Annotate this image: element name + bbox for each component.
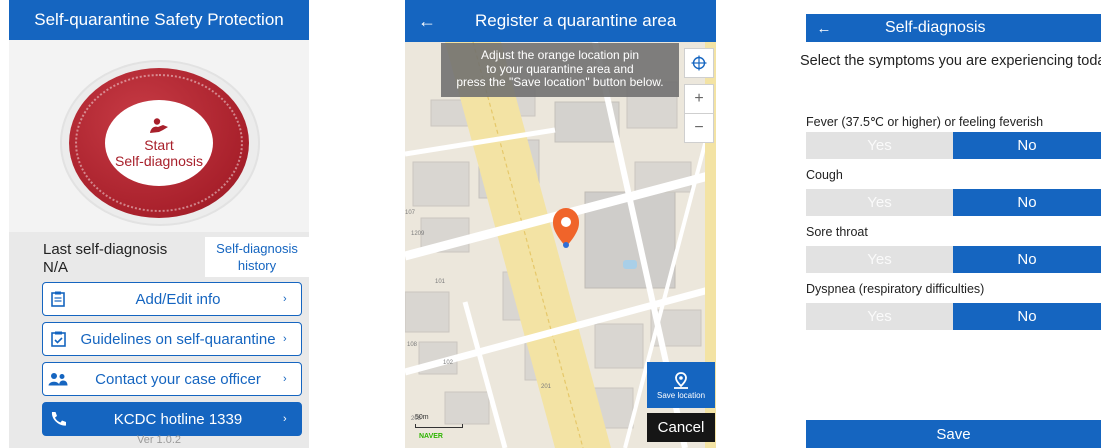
answer-toggle-cough: Yes No — [806, 189, 1101, 216]
map-pin-icon — [674, 371, 688, 389]
clipboard-icon — [43, 291, 73, 307]
cancel-button[interactable]: Cancel — [647, 413, 715, 442]
kcdc-hotline-label: KCDC hotline 1339 — [113, 410, 243, 428]
register-area-screen: ← Register a quarantine area 1209 101 10… — [405, 0, 716, 448]
app-title: Self-quarantine Safety Protection — [34, 10, 284, 29]
zoom-out-label: − — [694, 119, 704, 136]
map-block-number: 101 — [435, 279, 446, 285]
instruction-banner: Adjust the orange location pin to your q… — [441, 43, 679, 97]
zoom-out-button[interactable]: − — [684, 113, 714, 143]
banner-line2: to your quarantine area and — [486, 61, 634, 76]
last-diagnosis-label: Last self-diagnosis — [43, 241, 168, 258]
home-menu-panel: Last self-diagnosis N/A Self-diagnosis h… — [9, 232, 309, 448]
diagnosis-header: ← Self-diagnosis — [806, 14, 1101, 42]
symptom-prompt: Select the symptoms you are experiencing… — [800, 53, 1101, 69]
map-block-number: 108 — [407, 342, 418, 348]
app-version: Ver 1.0.2 — [136, 434, 182, 446]
start-label-line1: Start — [144, 136, 174, 153]
self-diagnosis-history-button[interactable]: Self-diagnosis history — [205, 237, 309, 277]
chevron-right-icon: › — [283, 413, 287, 425]
answer-toggle-dyspnea: Yes No — [806, 303, 1101, 330]
yes-button[interactable]: Yes — [806, 189, 953, 216]
app-header: Self-quarantine Safety Protection — [9, 0, 309, 40]
self-diagnosis-screen: ← Self-diagnosis Select the symptoms you… — [798, 0, 1101, 448]
zoom-in-button[interactable]: + — [684, 84, 714, 114]
map-block-number: 1209 — [411, 231, 425, 237]
cancel-label: Cancel — [657, 419, 705, 436]
diagnosis-title: Self-diagnosis — [885, 19, 986, 36]
phone-icon — [43, 411, 73, 427]
answer-toggle-sore-throat: Yes No — [806, 246, 1101, 273]
map-block-number: 102 — [443, 360, 454, 366]
map-scale-label: 50m — [415, 414, 429, 421]
chevron-right-icon: › — [283, 333, 287, 345]
kcdc-hotline-button[interactable]: KCDC hotline 1339 › — [42, 402, 302, 436]
map-block-number: 107 — [405, 210, 416, 216]
add-edit-info-button[interactable]: Add/Edit info › — [42, 282, 302, 316]
yes-button[interactable]: Yes — [806, 246, 953, 273]
history-label-line1: Self-diagnosis — [216, 241, 298, 256]
checklist-icon — [43, 331, 73, 347]
question-fever: Fever (37.5℃ or higher) or feeling fever… — [806, 115, 1044, 129]
chevron-right-icon: › — [283, 293, 287, 305]
crosshair-icon — [691, 55, 707, 71]
no-button[interactable]: No — [953, 132, 1101, 159]
no-button[interactable]: No — [953, 246, 1101, 273]
doctor-icon — [150, 117, 168, 133]
zoom-in-label: + — [694, 90, 704, 107]
last-diagnosis: Last self-diagnosis N/A — [43, 241, 167, 277]
yes-button[interactable]: Yes — [806, 132, 953, 159]
start-self-diagnosis-button[interactable]: Start Self-diagnosis — [105, 100, 213, 186]
register-title: Register a quarantine area — [475, 11, 677, 30]
save-button[interactable]: Save — [806, 420, 1101, 448]
back-arrow-icon[interactable]: ← — [405, 11, 449, 32]
question-cough: Cough — [806, 168, 843, 182]
yes-button[interactable]: Yes — [806, 303, 953, 330]
last-diagnosis-value: N/A — [43, 259, 69, 276]
chevron-right-icon: › — [283, 373, 287, 385]
banner-line3: press the "Save location" button below. — [456, 75, 664, 89]
register-header: ← Register a quarantine area — [405, 0, 716, 42]
start-label-line2: Self-diagnosis — [115, 152, 203, 169]
home-screen: Self-quarantine Safety Protection Start … — [9, 0, 309, 448]
save-label: Save — [936, 425, 971, 443]
save-location-button[interactable]: Save location — [647, 362, 715, 408]
answer-toggle-fever: Yes No — [806, 132, 1101, 159]
question-sore-throat: Sore throat — [806, 225, 868, 239]
banner-line1: Adjust the orange location pin — [480, 48, 640, 62]
guidelines-button[interactable]: Guidelines on self-quarantine › — [42, 322, 302, 356]
contact-case-officer-button[interactable]: Contact your case officer › — [42, 362, 302, 396]
map-scale-bar — [415, 424, 463, 428]
map-block-number: 201 — [541, 384, 552, 390]
add-edit-info-label: Add/Edit info — [135, 290, 221, 308]
save-location-label: Save location — [656, 390, 706, 400]
question-dyspnea: Dyspnea (respiratory difficulties) — [806, 282, 985, 296]
start-area: Start Self-diagnosis — [9, 40, 309, 232]
back-arrow-icon[interactable]: ← — [806, 20, 842, 37]
guidelines-label: Guidelines on self-quarantine — [80, 330, 276, 348]
naver-logo: NAVER — [419, 433, 443, 440]
history-label-line2: history — [237, 258, 277, 273]
my-location-button[interactable] — [684, 48, 714, 78]
no-button[interactable]: No — [953, 189, 1101, 216]
people-icon — [43, 372, 73, 386]
no-button[interactable]: No — [953, 303, 1101, 330]
contact-case-officer-label: Contact your case officer — [95, 370, 261, 388]
